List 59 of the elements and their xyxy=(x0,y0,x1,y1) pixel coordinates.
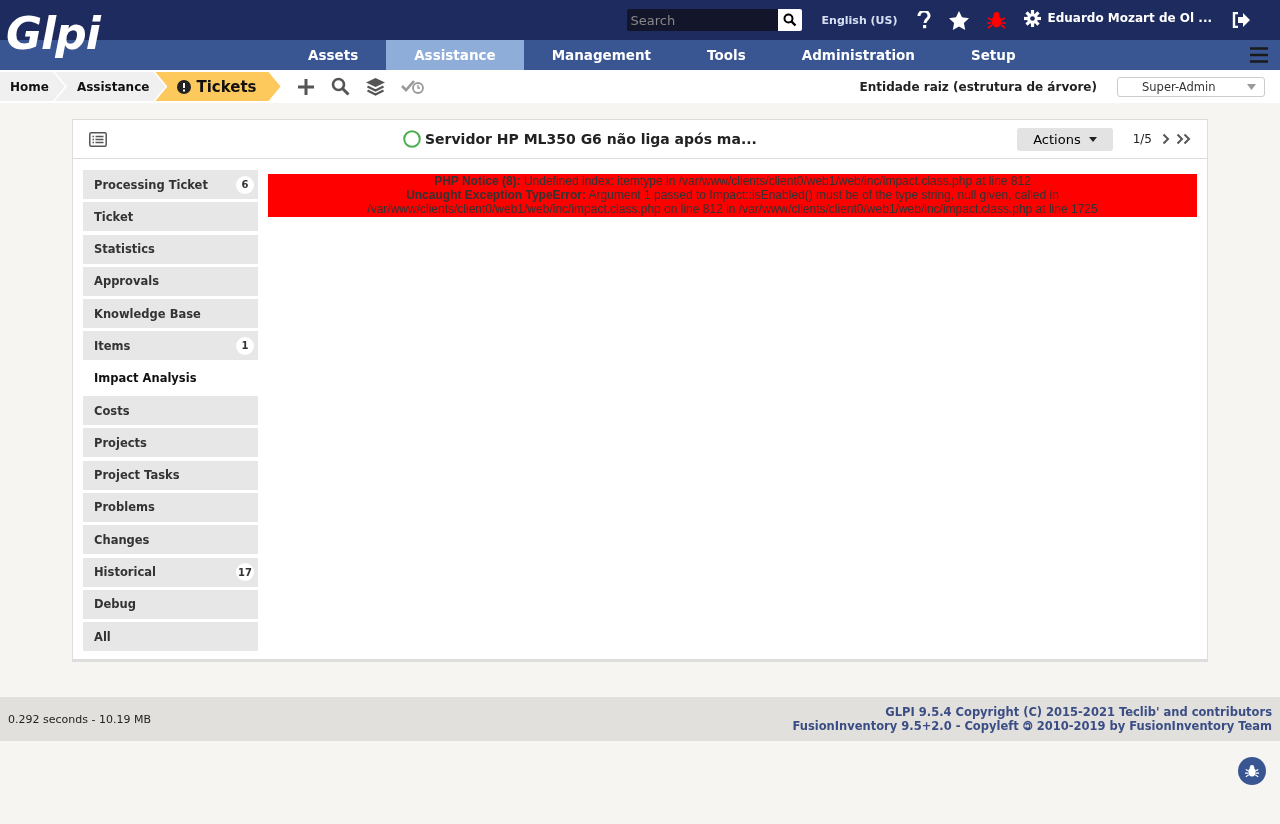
alert-icon xyxy=(177,79,192,94)
sidebar-tab[interactable]: Processing Ticket 6 xyxy=(83,170,258,199)
bug-icon[interactable] xyxy=(987,11,1007,29)
next-icon[interactable] xyxy=(1162,133,1170,145)
language-link[interactable]: English (US) xyxy=(821,13,898,27)
count-badge: 6 xyxy=(236,175,254,194)
sidebar-tab[interactable]: Costs xyxy=(83,396,258,426)
caret-icon xyxy=(1088,136,1097,142)
copyright-link[interactable]: GLPI 9.5.4 Copyright (C) 2015-2021 Teclib' and contributors xyxy=(885,705,1272,719)
caret-icon xyxy=(1247,83,1256,90)
last-icon[interactable] xyxy=(1176,133,1191,145)
star-icon[interactable] xyxy=(949,10,970,30)
sidebar-tab[interactable]: Project Tasks xyxy=(83,460,258,490)
sidebar-tab[interactable]: Projects xyxy=(83,428,258,458)
timing-text: 0.292 seconds - 10.19 MB xyxy=(8,712,151,726)
count-badge: 1 xyxy=(236,337,254,355)
menu-tab[interactable]: Management xyxy=(523,40,680,70)
error-text: Uncaught Exception TypeError: Argument 1 passed to Impact::isEnabled() must be of the type string, null given, called in /var/www/clients/client0/web1/web/inc/impact.class.php on line 812 in /var/www/clients/client0/web1/web/inc/impact.class.php at line 1725 xyxy=(366,188,1099,216)
add-icon[interactable] xyxy=(296,77,315,96)
breadcrumb-link[interactable]: Tickets xyxy=(155,72,281,101)
status-circle-icon xyxy=(403,130,421,148)
sidebar-tab[interactable]: Items 1 xyxy=(83,331,258,361)
help-icon[interactable] xyxy=(917,11,932,29)
gear-icon xyxy=(1024,9,1042,27)
bug-icon xyxy=(1245,764,1259,778)
sidebar-tab[interactable]: Problems xyxy=(83,492,258,522)
menu-tab[interactable]: Administration xyxy=(773,40,943,70)
sidebar-tab[interactable]: Debug xyxy=(83,589,258,619)
sidebar-tab[interactable]: Changes xyxy=(83,525,258,555)
logout-icon[interactable] xyxy=(1232,12,1250,28)
menu-tab[interactable]: Assets xyxy=(280,40,387,70)
search-field[interactable]: Search xyxy=(626,9,778,31)
menu-tab[interactable]: Setup xyxy=(943,40,1044,70)
sidebar-tab[interactable]: Approvals xyxy=(83,266,258,296)
user-menu[interactable]: Eduardo Mozart de Ol ... xyxy=(1024,9,1212,27)
count-badge: 17 xyxy=(236,563,254,582)
breadcrumb-link[interactable]: Assistance xyxy=(54,72,166,101)
sidebar-tab[interactable]: Knowledge Base xyxy=(83,299,258,329)
sidebar-tab[interactable]: Statistics xyxy=(83,234,258,264)
menu-icon[interactable] xyxy=(1250,47,1268,63)
sidebar-tab[interactable]: Historical 17 xyxy=(83,557,258,587)
sidebar-tab[interactable]: All xyxy=(83,622,258,652)
profile-dropdown[interactable]: Super-Admin xyxy=(1117,76,1265,97)
entity-link[interactable]: Entidade raiz (estrutura de árvore) xyxy=(859,79,1097,94)
ticket-title: Servidor HP ML350 G6 não liga após ma... xyxy=(425,131,757,147)
list-icon[interactable] xyxy=(89,131,107,147)
pager-count: 1/5 xyxy=(1132,132,1152,146)
menu-tab[interactable]: Tools xyxy=(679,40,774,70)
sidebar-tab[interactable]: Ticket xyxy=(83,202,258,232)
glpi-logo[interactable]: Glpi xyxy=(6,6,100,62)
copyright-link[interactable]: FusionInventory 9.5+2.0 - Copyleft 🄯 2010-2019 by FusionInventory Team xyxy=(792,719,1272,733)
debug-button[interactable] xyxy=(1238,757,1266,785)
breadcrumb-link[interactable]: Home xyxy=(0,72,65,101)
actions-button[interactable]: Actions xyxy=(1017,127,1113,151)
search-icon[interactable] xyxy=(777,9,802,31)
search-icon[interactable] xyxy=(330,77,350,96)
error-text: PHP Notice (8): Undefined index: itemtype in /var/www/clients/client0/web1/web/inc/impact.class.php at line 812 xyxy=(433,174,1032,188)
check-clock-icon[interactable] xyxy=(400,79,425,94)
layers-icon[interactable] xyxy=(365,77,385,96)
